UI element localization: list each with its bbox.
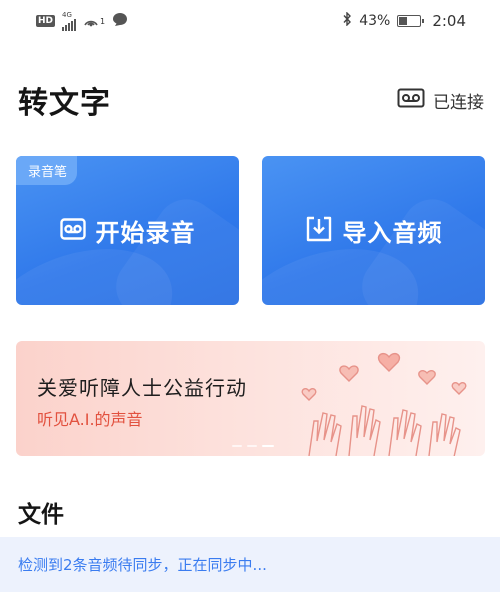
promo-banner[interactable]: 关爱听障人士公益行动 听见A.I.的声音 — [16, 341, 485, 456]
bluetooth-icon — [342, 11, 352, 30]
status-right: 43% 2:04 — [342, 11, 466, 30]
hands-hearts-illustration — [301, 352, 467, 456]
start-recording-label: 开始录音 — [95, 219, 196, 247]
hd-icon: HD — [36, 15, 56, 27]
battery-fill — [399, 17, 408, 25]
import-audio-button[interactable]: 导入音频 — [262, 156, 485, 305]
sync-status-message: 检测到2条音频待同步，正在同步中... — [18, 556, 267, 574]
recorder-icon — [59, 217, 86, 244]
connection-label: 已连接 — [433, 92, 484, 113]
hotspot-icon: 1 — [83, 14, 105, 28]
header: 转文字 已连接 — [0, 78, 500, 122]
status-left: HD 4G 1 — [36, 10, 128, 31]
banner-subtitle: 听见A.I.的声音 — [37, 410, 143, 429]
battery-icon — [397, 15, 425, 27]
signal-icon: 4G — [62, 10, 77, 31]
carousel-dot[interactable] — [262, 445, 274, 447]
network-type: 4G — [62, 10, 72, 19]
page-title: 转文字 — [18, 86, 111, 121]
carousel-dot[interactable] — [247, 445, 257, 447]
sync-status-bar[interactable]: 检测到2条音频待同步，正在同步中... — [0, 537, 500, 592]
notification-count: 1 — [100, 16, 106, 26]
banner-title: 关爱听障人士公益行动 — [37, 376, 247, 400]
files-section-title: 文件 — [18, 502, 64, 528]
carousel-dot[interactable] — [232, 445, 242, 447]
import-icon — [305, 215, 333, 247]
connection-status[interactable]: 已连接 — [397, 88, 484, 113]
recorder-icon — [397, 88, 425, 113]
battery-percent: 43% — [359, 13, 391, 29]
clock: 2:04 — [432, 12, 466, 30]
start-recording-button[interactable]: 录音笔 开始录音 — [16, 156, 239, 305]
chat-icon — [112, 12, 128, 31]
status-bar: HD 4G 1 43% 2:04 — [0, 0, 500, 42]
import-audio-label: 导入音频 — [342, 219, 443, 247]
carousel-indicator[interactable] — [232, 445, 274, 447]
recorder-pen-tag: 录音笔 — [16, 156, 78, 185]
